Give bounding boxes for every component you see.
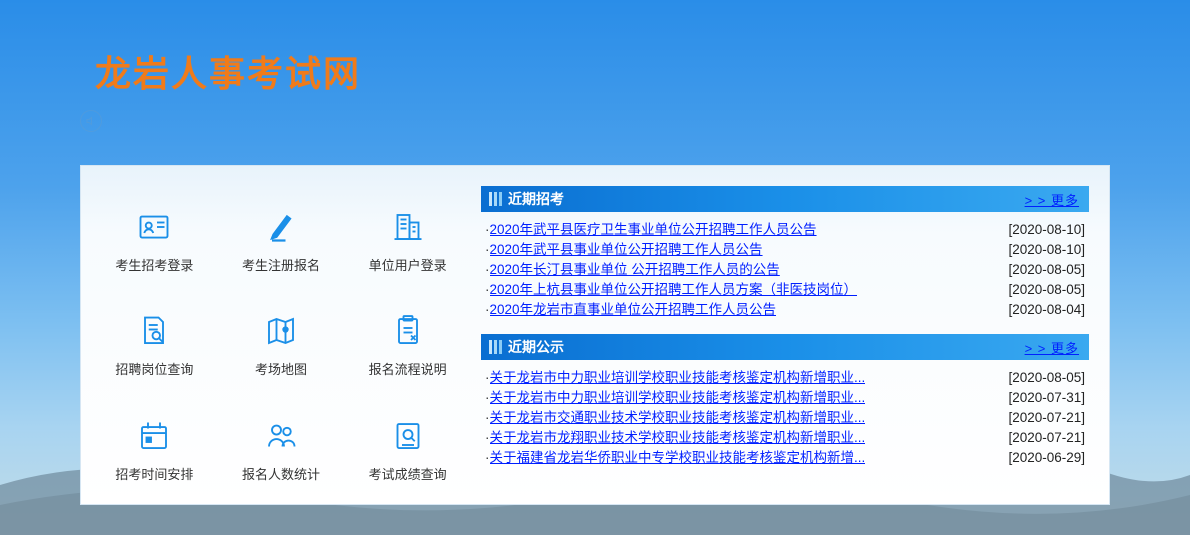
item-date: [2020-08-05]	[1008, 260, 1085, 280]
item-link[interactable]: 关于龙岩市交通职业技术学校职业技能考核鉴定机构新增职业...	[490, 408, 866, 428]
panel-list: ·关于龙岩市中力职业培训学校职业技能考核鉴定机构新增职业...[2020-08-…	[481, 360, 1089, 472]
bars-icon	[489, 192, 502, 206]
site-title: 龙岩人事考试网	[95, 45, 361, 97]
item-link[interactable]: 2020年武平县事业单位公开招聘工作人员公告	[490, 240, 763, 260]
grid-label: 考生招考登录	[115, 255, 193, 274]
item-link[interactable]: 2020年上杭县事业单位公开招聘工作人员方案（非医技岗位）	[490, 280, 858, 300]
grid-process-guide[interactable]: 报名流程说明	[344, 300, 471, 389]
item-link[interactable]: 关于福建省龙岩华侨职业中专学校职业技能考核鉴定机构新增...	[490, 448, 866, 468]
item-date: [2020-08-05]	[1008, 368, 1085, 388]
grid-label: 报名人数统计	[242, 464, 320, 483]
list-item: ·2020年龙岩市直事业单位公开招聘工作人员公告[2020-08-04]	[485, 300, 1085, 320]
grid-score-query[interactable]: 考试成绩查询	[344, 405, 471, 494]
grid-label: 考试成绩查询	[369, 464, 447, 483]
calendar-icon	[134, 416, 174, 456]
grid-job-search[interactable]: 招聘岗位查询	[91, 300, 218, 389]
building-icon	[388, 207, 428, 247]
item-link[interactable]: 关于龙岩市中力职业培训学校职业技能考核鉴定机构新增职业...	[490, 368, 866, 388]
item-link[interactable]: 2020年龙岩市直事业单位公开招聘工作人员公告	[490, 300, 777, 320]
grid-exam-map[interactable]: 考场地图	[218, 300, 345, 389]
clipboard-icon	[388, 311, 428, 351]
panel-header: 近期招考 > > 更多	[481, 186, 1089, 212]
id-card-icon	[134, 207, 174, 247]
list-item: ·关于龙岩市交通职业技术学校职业技能考核鉴定机构新增职业...[2020-07-…	[485, 408, 1085, 428]
grid-label: 考场地图	[255, 359, 307, 378]
panel-header: 近期公示 > > 更多	[481, 334, 1089, 360]
list-item: ·关于龙岩市中力职业培训学校职业技能考核鉴定机构新增职业...[2020-08-…	[485, 368, 1085, 388]
item-date: [2020-08-10]	[1008, 220, 1085, 240]
list-item: ·2020年长汀县事业单位 公开招聘工作人员的公告[2020-08-05]	[485, 260, 1085, 280]
grid-label: 招考时间安排	[115, 464, 193, 483]
grid-login-org[interactable]: 单位用户登录	[344, 196, 471, 285]
item-link[interactable]: 2020年武平县医疗卫生事业单位公开招聘工作人员公告	[490, 220, 817, 240]
item-date: [2020-08-04]	[1008, 300, 1085, 320]
function-grid: 考生招考登录 考生注册报名	[81, 166, 481, 504]
more-link[interactable]: > > 更多	[1025, 190, 1079, 209]
people-icon	[261, 416, 301, 456]
item-date: [2020-06-29]	[1008, 448, 1085, 468]
grid-schedule[interactable]: 招考时间安排	[91, 405, 218, 494]
grid-enroll-stats[interactable]: 报名人数统计	[218, 405, 345, 494]
grid-register[interactable]: 考生注册报名	[218, 196, 345, 285]
panel-notice: 近期公示 > > 更多 ·关于龙岩市中力职业培训学校职业技能考核鉴定机构新增职业…	[481, 334, 1089, 472]
right-panels: 近期招考 > > 更多 ·2020年武平县医疗卫生事业单位公开招聘工作人员公告[…	[481, 166, 1109, 504]
doc-search-icon	[134, 311, 174, 351]
panel-list: ·2020年武平县医疗卫生事业单位公开招聘工作人员公告[2020-08-10] …	[481, 212, 1089, 324]
item-link[interactable]: 关于龙岩市中力职业培训学校职业技能考核鉴定机构新增职业...	[490, 388, 866, 408]
item-link[interactable]: 关于龙岩市龙翔职业技术学校职业技能考核鉴定机构新增职业...	[490, 428, 866, 448]
item-date: [2020-07-31]	[1008, 388, 1085, 408]
list-item: ·关于龙岩市龙翔职业技术学校职业技能考核鉴定机构新增职业...[2020-07-…	[485, 428, 1085, 448]
grid-label: 报名流程说明	[369, 359, 447, 378]
list-item: ·2020年武平县事业单位公开招聘工作人员公告[2020-08-10]	[485, 240, 1085, 260]
item-date: [2020-08-05]	[1008, 280, 1085, 300]
panel-title: 近期招考	[508, 189, 564, 209]
main-card: 考生招考登录 考生注册报名	[80, 165, 1110, 505]
item-date: [2020-07-21]	[1008, 428, 1085, 448]
list-item: ·关于福建省龙岩华侨职业中专学校职业技能考核鉴定机构新增...[2020-06-…	[485, 448, 1085, 468]
sound-icon[interactable]	[80, 110, 102, 132]
list-item: ·2020年上杭县事业单位公开招聘工作人员方案（非医技岗位）[2020-08-0…	[485, 280, 1085, 300]
grid-label: 招聘岗位查询	[115, 359, 193, 378]
panel-recruit: 近期招考 > > 更多 ·2020年武平县医疗卫生事业单位公开招聘工作人员公告[…	[481, 186, 1089, 324]
item-link[interactable]: 2020年长汀县事业单位 公开招聘工作人员的公告	[490, 260, 780, 280]
list-item: ·2020年武平县医疗卫生事业单位公开招聘工作人员公告[2020-08-10]	[485, 220, 1085, 240]
bars-icon	[489, 340, 502, 354]
grid-label: 单位用户登录	[369, 255, 447, 274]
item-date: [2020-08-10]	[1008, 240, 1085, 260]
map-icon	[261, 311, 301, 351]
grid-login-candidate[interactable]: 考生招考登录	[91, 196, 218, 285]
item-date: [2020-07-21]	[1008, 408, 1085, 428]
list-item: ·关于龙岩市中力职业培训学校职业技能考核鉴定机构新增职业...[2020-07-…	[485, 388, 1085, 408]
grid-label: 考生注册报名	[242, 255, 320, 274]
panel-title: 近期公示	[508, 337, 564, 357]
more-link[interactable]: > > 更多	[1025, 338, 1079, 357]
pen-icon	[261, 207, 301, 247]
score-search-icon	[388, 416, 428, 456]
